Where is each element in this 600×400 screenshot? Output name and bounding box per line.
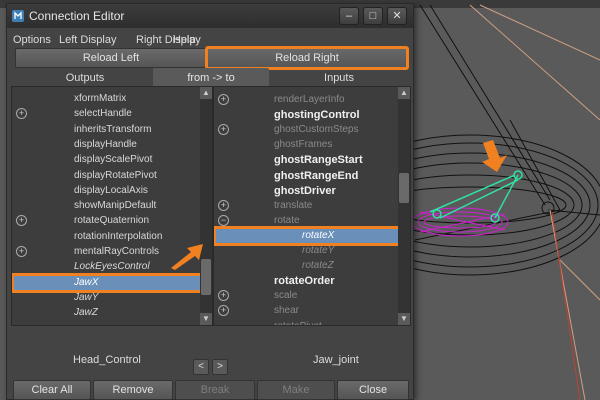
scroll-thumb[interactable]: [399, 173, 409, 203]
inputs-label: Inputs: [324, 72, 354, 84]
outputs-label: Outputs: [65, 72, 105, 84]
expand-icon[interactable]: +: [16, 246, 27, 257]
app-icon: [12, 10, 24, 22]
expand-icon[interactable]: +: [218, 124, 229, 136]
expand-icon[interactable]: +: [218, 94, 229, 105]
expand-icon[interactable]: +: [218, 305, 229, 317]
expand-icon[interactable]: +: [16, 215, 27, 227]
attribute-row[interactable]: rotatePivot: [214, 318, 410, 326]
scroll-down-icon[interactable]: ▼: [398, 313, 410, 325]
break-button: Break: [175, 380, 255, 400]
window-title: Connection Editor: [29, 9, 125, 23]
close-button[interactable]: Close: [337, 380, 409, 400]
screen: Connection Editor – □ ✕ Options Left Dis…: [0, 0, 600, 400]
outputs-scrollbar[interactable]: ▲ ▼: [200, 87, 212, 325]
expand-icon[interactable]: +: [218, 199, 229, 211]
menu-left-display[interactable]: Left Display: [59, 34, 116, 46]
arrow-annotation: [171, 244, 203, 270]
reload-left-button[interactable]: Reload Left: [15, 48, 207, 68]
attribute-label: rotatePivot: [274, 320, 322, 326]
menu-help[interactable]: Help: [173, 34, 196, 46]
scroll-down-icon[interactable]: ▼: [200, 313, 212, 325]
scroll-up-icon[interactable]: ▲: [200, 87, 212, 99]
next-node-button[interactable]: >: [212, 359, 228, 375]
inputs-scrollbar[interactable]: ▲ ▼: [398, 87, 410, 325]
minimize-icon[interactable]: –: [339, 7, 359, 25]
inputs-list[interactable]: + renderLayerInfo ghostingControl + ghostCus…: [213, 86, 411, 326]
scroll-up-icon[interactable]: ▲: [398, 87, 410, 99]
outputs-list[interactable]: xformMatrix + selectHandle inheritsTransfor…: [11, 86, 213, 326]
direction-toggle[interactable]: from -> to: [153, 68, 269, 88]
maximize-icon[interactable]: □: [363, 7, 383, 25]
attribute-row[interactable]: JawZ: [12, 304, 212, 322]
make-button: Make: [257, 380, 335, 400]
collapse-icon[interactable]: −: [218, 214, 229, 226]
title-bar[interactable]: Connection Editor – □ ✕: [7, 4, 413, 28]
right-node-name: Jaw_joint: [313, 354, 359, 366]
remove-button[interactable]: Remove: [93, 380, 173, 400]
left-node-name: Head_Control: [73, 354, 141, 366]
close-icon[interactable]: ✕: [387, 7, 407, 25]
reload-right-button[interactable]: Reload Right: [205, 46, 409, 70]
clear-all-button[interactable]: Clear All: [13, 380, 91, 400]
expand-icon[interactable]: +: [218, 290, 229, 302]
attribute-label: JawZ: [74, 307, 98, 319]
expand-icon[interactable]: +: [16, 108, 27, 120]
menu-options[interactable]: Options: [13, 34, 51, 46]
prev-node-button[interactable]: <: [193, 359, 209, 375]
connection-editor-window: Connection Editor – □ ✕ Options Left Dis…: [6, 3, 414, 400]
